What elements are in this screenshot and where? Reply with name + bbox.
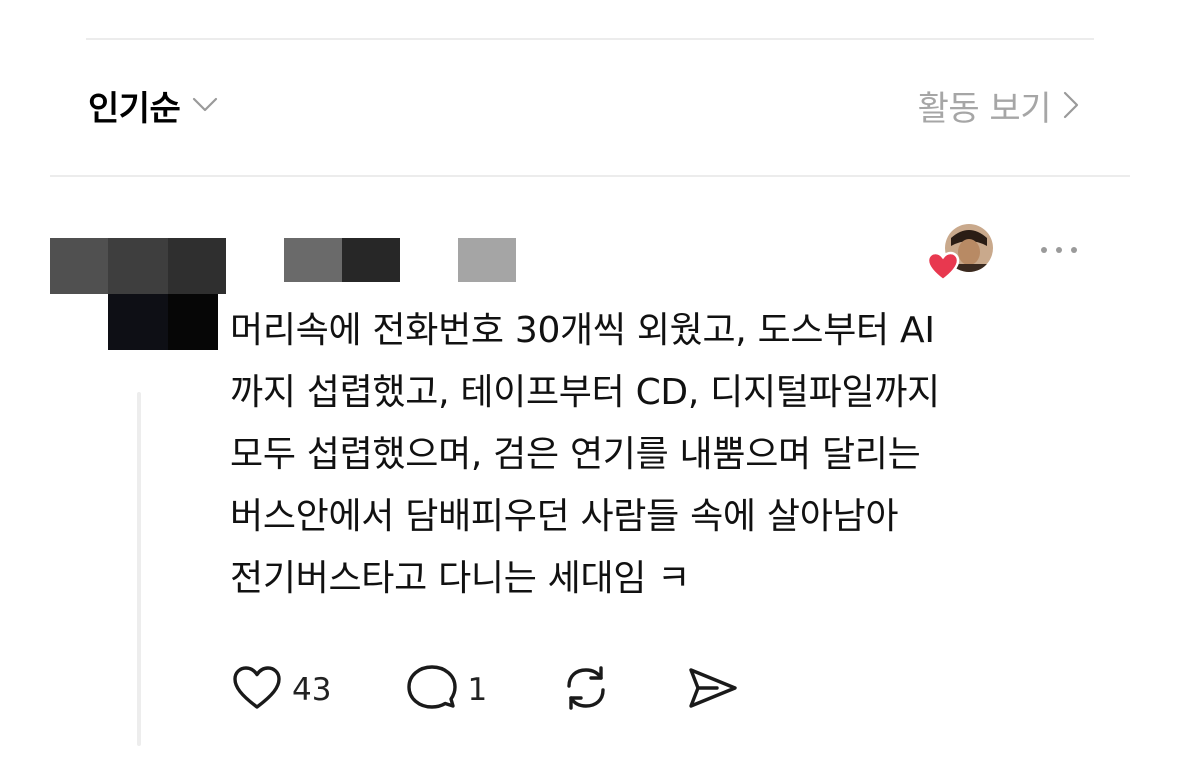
view-activity-label: 활동 보기 (917, 88, 1052, 129)
reply-button[interactable]: 1 (407, 664, 487, 716)
repost-button[interactable] (561, 664, 611, 716)
post-actions: 43 1 (232, 660, 739, 720)
share-button[interactable] (687, 665, 739, 715)
liked-heart-badge-icon (926, 251, 960, 283)
heart-icon (232, 665, 282, 715)
post-text: 머리속에 전화번호 30개씩 외웠고, 도스부터 AI 까지 섭렵했고, 테이프… (230, 310, 940, 599)
sort-label: 인기순 (88, 88, 181, 129)
reply-count: 1 (467, 672, 488, 708)
more-dots-icon (1041, 247, 1077, 253)
chevron-right-icon (1063, 91, 1079, 119)
more-options-button[interactable] (1034, 235, 1084, 265)
chevron-down-icon (192, 97, 218, 113)
section-divider (50, 175, 1130, 177)
like-count: 43 (292, 672, 332, 708)
repost-icon (561, 664, 611, 716)
top-divider (86, 38, 1094, 40)
comment-bubble-icon (407, 664, 458, 716)
thread-line (137, 392, 141, 746)
sort-dropdown[interactable]: 인기순 (88, 80, 218, 130)
like-button[interactable]: 43 (232, 665, 331, 715)
view-activity-link[interactable]: 활동 보기 (918, 80, 1079, 130)
send-icon (687, 665, 739, 715)
